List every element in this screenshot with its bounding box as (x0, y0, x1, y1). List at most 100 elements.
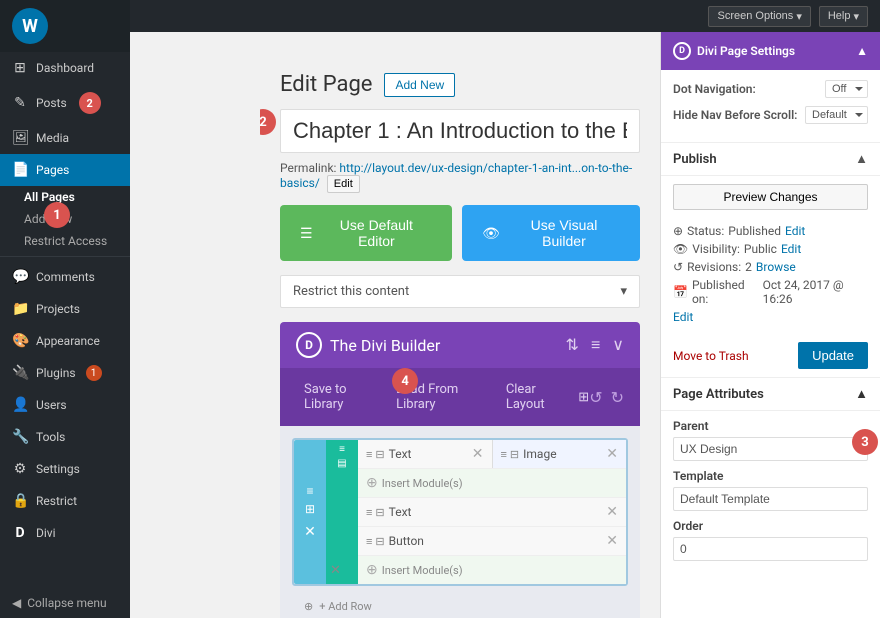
save-to-library-button[interactable]: Save to Library 4 (296, 378, 388, 416)
wordpress-icon: W (12, 8, 48, 44)
published-date-edit-link[interactable]: Edit (673, 310, 693, 324)
settings-dot-nav: Dot Navigation: Off Hide Nav Before Scro… (661, 70, 880, 143)
module-label-image: Image (523, 447, 602, 461)
sidebar-item-pages[interactable]: 📄 Pages (0, 154, 130, 186)
permalink-edit-button[interactable]: Edit (327, 175, 360, 193)
status-edit-link[interactable]: Edit (785, 224, 805, 238)
menu-icon[interactable]: ≡ (591, 335, 600, 355)
publish-date-row: 📅 Published on: Oct 24, 2017 @ 16:26 (673, 278, 868, 306)
visual-builder-button[interactable]: 👁 Use Visual Builder (462, 205, 640, 261)
sidebar-item-users[interactable]: 👤 Users (0, 389, 130, 421)
divi-logo: D (296, 332, 322, 358)
divi-toolbar: Save to Library 4 Load From Library Clea… (280, 368, 640, 426)
template-select[interactable]: Default Template (673, 487, 868, 511)
sidebar-item-projects[interactable]: 📁 Projects (0, 293, 130, 325)
posts-badge: 2 (79, 92, 101, 114)
chevron-down-icon: ▾ (796, 10, 802, 23)
chevron-down-icon[interactable]: ∨ (612, 335, 624, 355)
row-handle[interactable]: ≡ ⊞ ✕ (294, 440, 326, 584)
sidebar-item-posts[interactable]: ✎ Posts 2 (0, 84, 130, 122)
col-row-3: ≡ ⊟ Button ✕ (358, 527, 626, 556)
module-menu-icon: ≡ (366, 506, 372, 519)
order-input[interactable] (673, 537, 868, 561)
chapter-title-input[interactable] (280, 109, 640, 153)
row-delete-icon[interactable]: ✕ (304, 524, 316, 540)
module-close-2[interactable]: ✕ (606, 504, 618, 520)
preview-changes-button[interactable]: Preview Changes (673, 184, 868, 210)
divi-header-icons: ⇅ ≡ ∨ (566, 335, 624, 355)
dot-nav-select[interactable]: Off (825, 80, 868, 98)
col-row-2: ≡ ⊟ Text ✕ (358, 498, 626, 527)
collapse-menu[interactable]: ◀ Collapse menu (0, 588, 130, 618)
divi-settings-header: D Divi Page Settings ▲ (661, 32, 880, 70)
module-menu-icon: ≡ (366, 535, 372, 548)
row-delete-bottom[interactable]: ✕ (330, 563, 341, 578)
update-button[interactable]: Update (798, 342, 868, 369)
grid-icon[interactable]: ⊞ (578, 390, 589, 405)
publish-header: Publish ▲ (661, 143, 880, 176)
visibility-edit-link[interactable]: Edit (781, 242, 801, 256)
hide-nav-row: Hide Nav Before Scroll: Default (673, 106, 868, 124)
restrict-content-bar[interactable]: Restrict this content ▾ (280, 275, 640, 308)
sidebar-item-appearance[interactable]: 🎨 Appearance (0, 325, 130, 357)
parent-select[interactable]: UX Design (673, 437, 868, 461)
comments-icon: 💬 (12, 269, 28, 285)
restrict-icon: 🔒 (12, 493, 28, 509)
editor-buttons: ☰ Use Default Editor 👁 Use Visual Builde… (280, 205, 640, 261)
divi-settings-title: D Divi Page Settings (673, 42, 795, 60)
col-handle-icon: ≡ (339, 444, 345, 455)
module-menu-icon: ≡ (501, 448, 507, 461)
plus-icon-2: ⊕ (366, 562, 378, 578)
clear-layout-button[interactable]: Clear Layout (498, 378, 578, 416)
sidebar-item-divi[interactable]: D Divi (0, 517, 130, 549)
divi-title: D The Divi Builder (296, 332, 440, 358)
image-module: ≡ ⊟ Image ✕ (492, 440, 627, 468)
publish-collapse-icon[interactable]: ▲ (855, 151, 868, 167)
sidebar-item-media[interactable]: 🖼 Media (0, 122, 130, 154)
move-to-trash-link[interactable]: Move to Trash (673, 349, 749, 363)
settings-expand-icon[interactable]: ▲ (856, 44, 868, 58)
site-logo: W (0, 0, 130, 52)
col-row-1: ≡ ⊟ Text ✕ ≡ ⊟ Image ✕ (358, 440, 626, 469)
redo-icon[interactable]: ↻ (611, 388, 624, 407)
sidebar-item-comments[interactable]: 💬 Comments (0, 261, 130, 293)
delete-icon[interactable]: ✕ (330, 563, 341, 578)
sidebar-item-restrict[interactable]: 🔒 Restrict (0, 485, 130, 517)
undo-icon[interactable]: ↺ (589, 388, 602, 407)
sidebar-item-tools[interactable]: 🔧 Tools (0, 421, 130, 453)
visual-builder-icon: 👁 (482, 225, 500, 242)
sidebar-sub-add-new[interactable]: Add New 1 (0, 208, 130, 230)
help-button[interactable]: Help ▾ (819, 6, 868, 27)
divi-settings-logo: D (673, 42, 691, 60)
module-close-1[interactable]: ✕ (472, 446, 484, 462)
permalink-row: Permalink: http://layout.dev/ux-design/c… (280, 161, 640, 193)
sidebar: W ⊞ Dashboard ✎ Posts 2 🖼 Media 📄 Pages … (0, 0, 130, 618)
calendar-icon: 📅 (673, 285, 688, 299)
module-label-text-2: Text (389, 505, 603, 519)
add-row-bar[interactable]: ⊕ + Add Row (292, 594, 628, 618)
revisions-browse-link[interactable]: Browse (756, 260, 796, 274)
button-module: ≡ ⊟ Button ✕ (358, 527, 626, 555)
insert-module-1[interactable]: ⊕ Insert Module(s) (358, 469, 471, 497)
insert-module-2[interactable]: ⊕ Insert Module(s) (358, 556, 471, 584)
module-icons-1: ≡ ⊟ (366, 448, 385, 461)
module-close-3[interactable]: ✕ (606, 533, 618, 549)
sidebar-item-plugins[interactable]: 🔌 Plugins 1 (0, 357, 130, 389)
sidebar-item-settings[interactable]: ⚙ Settings (0, 453, 130, 485)
hide-nav-select[interactable]: Default (805, 106, 868, 124)
attributes-collapse-icon[interactable]: ▲ (855, 386, 868, 402)
sidebar-item-dashboard[interactable]: ⊞ Dashboard (0, 52, 130, 84)
add-new-button[interactable]: Add New (384, 73, 455, 97)
sort-icon[interactable]: ⇅ (566, 335, 579, 355)
posts-icon: ✎ (12, 95, 28, 111)
annotation-badge-3: 3 (852, 429, 878, 455)
publish-info: ⊕ Status: Published Edit 👁 Visibility: P… (661, 218, 880, 334)
annotation-badge-4: 4 (392, 368, 418, 394)
chevron-down-icon: ▾ (620, 284, 627, 299)
default-editor-button[interactable]: ☰ Use Default Editor (280, 205, 452, 261)
sidebar-sub-restrict-access[interactable]: Restrict Access (0, 230, 130, 252)
module-close-img[interactable]: ✕ (606, 446, 618, 462)
visibility-icon: 👁 (673, 242, 688, 256)
insert-modules-row-1: ⊕ Insert Module(s) (358, 469, 626, 498)
screen-options-button[interactable]: Screen Options ▾ (708, 6, 810, 27)
